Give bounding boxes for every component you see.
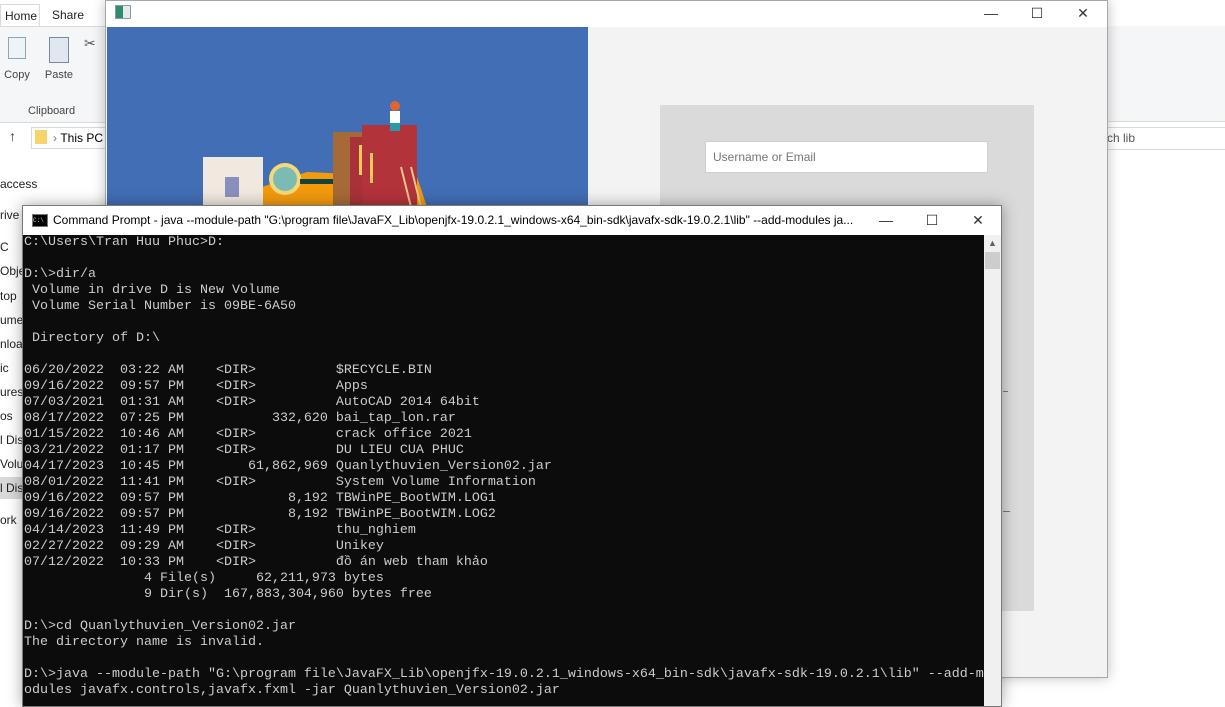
console-line: 02/27/2022 09:29 AM <DIR> Unikey <box>24 539 384 554</box>
console-line: 09/16/2022 09:57 PM <DIR> Apps <box>24 379 368 394</box>
console-line: D:\>java --module-path "G:\program file\… <box>24 667 984 682</box>
console-line: Volume in drive D is New Volume <box>24 283 280 298</box>
console-line: 04/17/2023 10:45 PM 61,862,969 Quanlythu… <box>24 459 552 474</box>
username-input[interactable] <box>705 141 988 173</box>
field-underline <box>1003 511 1010 512</box>
address-bar[interactable]: › This PC <box>31 127 113 149</box>
vertical-scrollbar[interactable]: ▲ <box>984 235 1001 706</box>
console-output[interactable]: C:\Users\Tran Huu Phuc>D: D:\>dir/a Volum… <box>24 235 984 706</box>
breadcrumb-this-pc[interactable]: This PC <box>60 131 103 145</box>
console-line: 4 File(s) 62,211,973 bytes <box>24 571 384 586</box>
scrollbar-thumb[interactable] <box>985 252 1000 269</box>
console-line: The directory name is invalid. <box>24 635 264 650</box>
console-line: D:\>dir/a <box>24 267 96 282</box>
console-line: 04/14/2023 11:49 PM <DIR> thu_nghiem <box>24 523 416 538</box>
paste-label: Paste <box>44 69 74 81</box>
maximize-button[interactable]: ☐ <box>909 208 955 234</box>
scroll-up-icon[interactable]: ▲ <box>984 235 1001 252</box>
console-line: 06/20/2022 03:22 AM <DIR> $RECYCLE.BIN <box>24 363 432 378</box>
minimize-button[interactable]: — <box>863 208 909 234</box>
command-prompt-window: C:\ Command Prompt - java --module-path … <box>22 205 1002 707</box>
copy-button[interactable]: Copy <box>2 37 32 83</box>
console-line: 9 Dir(s) 167,883,304,960 bytes free <box>24 587 432 602</box>
tab-home[interactable]: Home <box>0 4 40 27</box>
folder-icon <box>35 130 47 144</box>
console-line: D:\>cd Quanlythuvien_Version02.jar <box>24 619 296 634</box>
minimize-button[interactable]: — <box>968 1 1014 27</box>
console-line: 09/16/2022 09:57 PM 8,192 TBWinPE_BootWI… <box>24 491 496 506</box>
close-button[interactable]: ✕ <box>955 208 1001 234</box>
close-button[interactable]: ✕ <box>1060 1 1106 27</box>
tab-share[interactable]: Share <box>52 4 84 26</box>
console-line: odules javafx.controls,javafx.fxml -jar … <box>24 683 560 698</box>
console-line: 07/12/2022 10:33 PM <DIR> đồ án web tham… <box>24 555 488 570</box>
title-bar: C:\ Command Prompt - java --module-path … <box>23 206 1001 235</box>
cmd-icon: C:\ <box>32 214 48 227</box>
window-title: Command Prompt - java --module-path "G:\… <box>53 213 854 227</box>
console-line: 07/03/2021 01:31 AM <DIR> AutoCAD 2014 6… <box>24 395 480 410</box>
copy-icon <box>8 37 26 59</box>
app-icon <box>115 5 131 19</box>
ribbon-right <box>1107 26 1225 122</box>
maximize-button[interactable]: ☐ <box>1014 1 1060 27</box>
console-line: Volume Serial Number is 09BE-6A50 <box>24 299 296 314</box>
clipboard-group-label: Clipboard <box>28 105 76 117</box>
console-line: Directory of D:\ <box>24 331 160 346</box>
console-line: 09/16/2022 09:57 PM 8,192 TBWinPE_BootWI… <box>24 507 496 522</box>
paste-button[interactable]: Paste <box>42 37 76 83</box>
console-line: 08/01/2022 11:41 PM <DIR> System Volume … <box>24 475 536 490</box>
console-line: C:\Users\Tran Huu Phuc>D: <box>24 235 224 250</box>
console-line: 08/17/2022 07:25 PM 332,620 bai_tap_lon.… <box>24 411 456 426</box>
paste-icon <box>49 37 69 63</box>
sidebar-item[interactable]: access <box>0 173 105 195</box>
title-bar: — ☐ ✕ <box>106 1 1107 27</box>
copy-label: Copy <box>4 69 30 81</box>
ribbon: Copy Paste ✂ Clipboard <box>0 26 105 123</box>
console-line: 03/21/2022 01:17 PM <DIR> DU LIEU CUA PH… <box>24 443 464 458</box>
up-arrow-icon[interactable]: ↑ <box>9 128 16 144</box>
library-illustration <box>203 101 427 217</box>
console-line: 01/15/2022 10:46 AM <DIR> crack office 2… <box>24 427 472 442</box>
field-underline <box>1003 391 1008 392</box>
search-input[interactable]: ch lib <box>1107 127 1225 150</box>
cut-icon[interactable]: ✂ <box>84 35 96 52</box>
